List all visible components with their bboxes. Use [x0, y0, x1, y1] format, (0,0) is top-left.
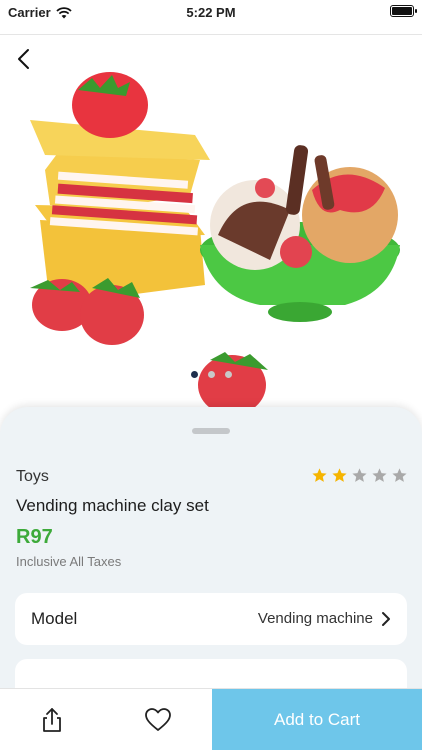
star-icon	[392, 468, 407, 482]
share-button[interactable]	[38, 706, 66, 734]
page-dot[interactable]	[207, 371, 215, 378]
strawberries-illustration	[30, 278, 268, 415]
option-label: Model	[31, 609, 78, 628]
page-dot[interactable]	[224, 371, 232, 378]
product-title: Vending machine clay set	[16, 496, 209, 515]
status-bar: Carrier 5:22 PM	[0, 0, 422, 24]
page-dot[interactable]	[190, 371, 198, 378]
tax-note: Inclusive All Taxes	[16, 554, 122, 569]
option-value: Vending machine	[257, 610, 373, 627]
product-category: Toys	[16, 468, 49, 485]
heart-icon	[145, 708, 171, 731]
cake-slice-illustration	[30, 72, 210, 305]
chevron-right-icon	[382, 612, 390, 626]
product-image[interactable]	[0, 60, 422, 420]
status-time: 5:22 PM	[186, 5, 236, 20]
star-icon	[352, 468, 367, 482]
ice-cream-bowl-illustration	[200, 145, 400, 322]
star-icon	[372, 468, 387, 482]
battery-icon	[390, 5, 417, 17]
bottom-action-bar: Add to Cart	[0, 688, 422, 750]
product-price: R97	[16, 526, 53, 548]
wishlist-button[interactable]	[144, 707, 172, 733]
product-details-sheet: Toys Vending machine clay set R97 Inclus…	[0, 407, 422, 711]
model-option-row[interactable]: Model Vending machine	[15, 593, 407, 645]
add-to-cart-button[interactable]: Add to Cart	[212, 689, 422, 750]
star-icon	[312, 468, 327, 482]
image-page-indicator[interactable]	[0, 371, 422, 378]
share-icon	[43, 708, 61, 732]
nav-divider	[0, 34, 422, 35]
star-icon	[332, 468, 347, 482]
product-rating	[311, 467, 408, 484]
sheet-drag-handle[interactable]	[192, 428, 230, 434]
